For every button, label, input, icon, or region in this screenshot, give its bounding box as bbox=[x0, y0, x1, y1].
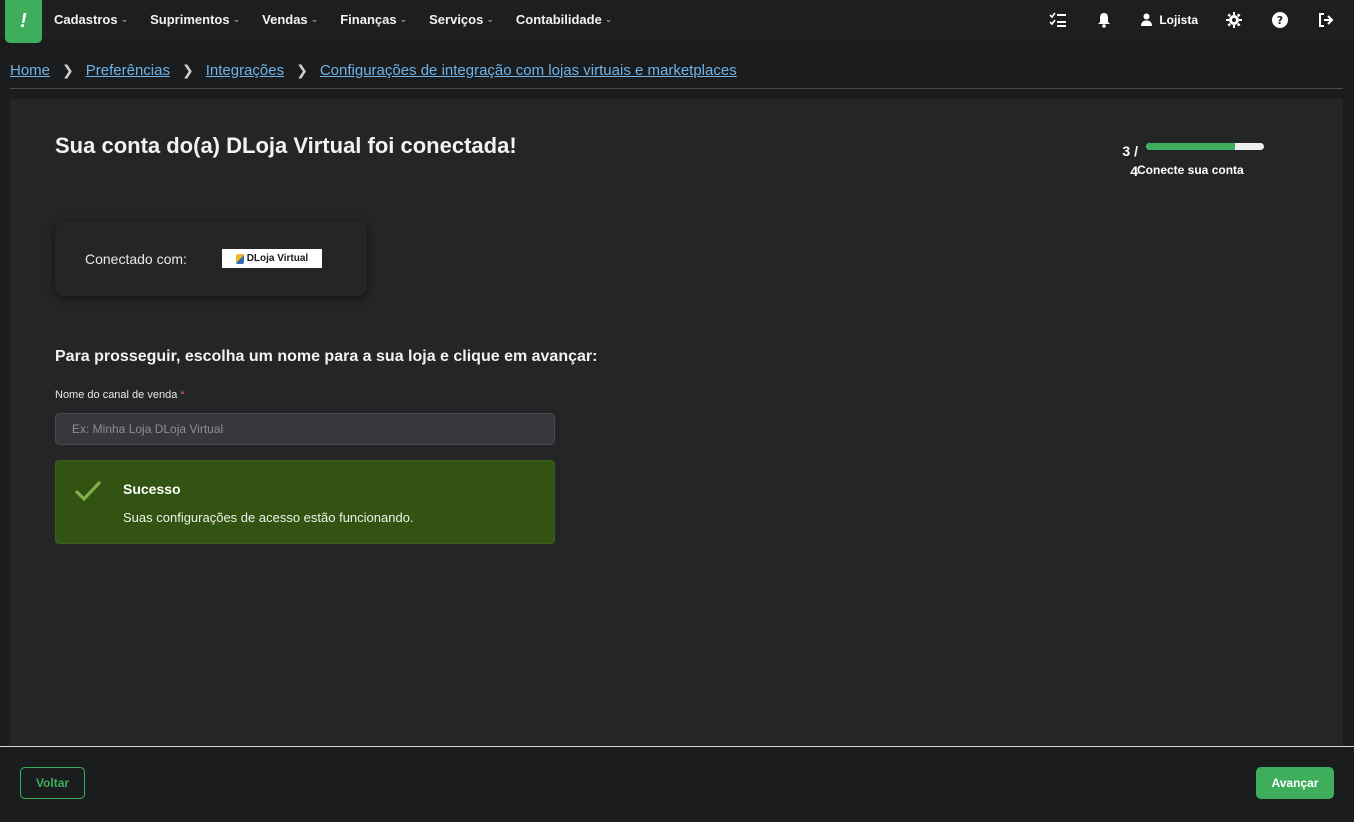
check-icon bbox=[74, 480, 102, 502]
chevron-down-icon: ⌄ bbox=[486, 14, 494, 24]
tasks-icon[interactable] bbox=[1048, 10, 1068, 30]
main-panel: Sua conta do(a) DLoja Virtual foi conect… bbox=[10, 99, 1343, 746]
alert-title: Sucesso bbox=[123, 481, 181, 497]
user-name: Lojista bbox=[1159, 12, 1198, 27]
chevron-right-icon: ❯ bbox=[62, 61, 74, 78]
success-alert: Sucesso Suas configurações de acesso est… bbox=[55, 460, 555, 544]
main-menu: Cadastros ⌄ Suprimentos ⌄ Vendas ⌄ Finanças… bbox=[54, 0, 634, 39]
brand-name: DLoja Virtual bbox=[246, 253, 309, 264]
chevron-down-icon: ⌄ bbox=[604, 14, 613, 24]
menu-contabilidade[interactable]: Contabilidade ⌄ bbox=[516, 12, 613, 27]
menu-suprimentos[interactable]: Suprimentos ⌄ bbox=[150, 12, 240, 27]
chevron-down-icon: ⌄ bbox=[232, 14, 241, 24]
chevron-down-icon: ⌄ bbox=[120, 14, 129, 24]
chevron-right-icon: ❯ bbox=[296, 61, 308, 78]
brand-logo: DLoja Virtual bbox=[221, 249, 322, 268]
step-progress-fill bbox=[1146, 143, 1235, 150]
menu-label: Contabilidade bbox=[515, 12, 602, 27]
menu-financas[interactable]: Finanças ⌄ bbox=[340, 12, 407, 27]
menu-vendas[interactable]: Vendas ⌄ bbox=[262, 12, 318, 27]
menu-label: Finanças bbox=[340, 12, 397, 27]
alert-message: Suas configurações de acesso estão funci… bbox=[123, 510, 414, 525]
help-icon[interactable]: ? bbox=[1270, 10, 1290, 30]
logo-glyph: ! bbox=[20, 10, 27, 32]
channel-name-label: Nome do canal de venda * bbox=[55, 389, 185, 401]
breadcrumb-preferencias[interactable]: Preferências bbox=[86, 62, 170, 79]
step-progress-bar bbox=[1146, 143, 1264, 150]
step-total: 4 bbox=[1130, 163, 1138, 179]
menu-servicos[interactable]: Serviços ⌄ bbox=[429, 12, 494, 27]
next-button[interactable]: Avançar bbox=[1256, 767, 1334, 799]
app-logo[interactable]: ! bbox=[5, 0, 42, 43]
step-label: Conecte sua conta bbox=[1137, 163, 1244, 177]
breadcrumb-integracoes[interactable]: Integrações bbox=[206, 62, 284, 79]
field-label-text: Nome do canal de venda bbox=[55, 389, 178, 401]
logout-icon[interactable] bbox=[1316, 10, 1336, 30]
connected-card: Conectado com: DLoja Virtual bbox=[55, 221, 367, 296]
svg-text:?: ? bbox=[1277, 14, 1283, 27]
menu-label: Cadastros bbox=[54, 12, 118, 27]
menu-label: Suprimentos bbox=[150, 12, 230, 27]
section-subtitle: Para prosseguir, escolha um nome para a … bbox=[55, 348, 598, 365]
breadcrumb: Home ❯ Preferências ❯ Integrações ❯ Conf… bbox=[10, 60, 737, 80]
brand-mark-icon bbox=[235, 253, 244, 264]
connected-label: Conectado com: bbox=[85, 250, 187, 267]
top-navbar: ! Cadastros ⌄ Suprimentos ⌄ Vendas ⌄ Finanç… bbox=[0, 0, 1354, 43]
menu-cadastros[interactable]: Cadastros ⌄ bbox=[54, 12, 128, 27]
navbar-actions: Lojista ? bbox=[1022, 0, 1336, 39]
breadcrumb-home[interactable]: Home bbox=[10, 62, 50, 79]
bell-icon[interactable] bbox=[1094, 10, 1114, 30]
menu-label: Vendas bbox=[262, 12, 308, 27]
page-title: Sua conta do(a) DLoja Virtual foi conect… bbox=[55, 133, 517, 158]
user-menu[interactable]: Lojista bbox=[1140, 13, 1198, 27]
step-fraction: 3 / 4 bbox=[1118, 141, 1138, 181]
step-current: 3 / bbox=[1122, 143, 1138, 159]
menu-label: Serviços bbox=[429, 12, 484, 27]
channel-name-input[interactable] bbox=[55, 413, 555, 445]
breadcrumb-configuracoes[interactable]: Configurações de integração com lojas vi… bbox=[320, 62, 737, 79]
chevron-down-icon: ⌄ bbox=[399, 14, 408, 24]
gear-icon[interactable] bbox=[1224, 10, 1244, 30]
required-mark: * bbox=[180, 389, 185, 401]
chevron-right-icon: ❯ bbox=[181, 61, 194, 78]
footer-bar: Voltar Avançar bbox=[0, 747, 1354, 822]
breadcrumb-divider bbox=[10, 88, 1343, 89]
chevron-down-icon: ⌄ bbox=[310, 14, 319, 24]
user-icon bbox=[1141, 13, 1153, 26]
back-button[interactable]: Voltar bbox=[20, 767, 85, 799]
